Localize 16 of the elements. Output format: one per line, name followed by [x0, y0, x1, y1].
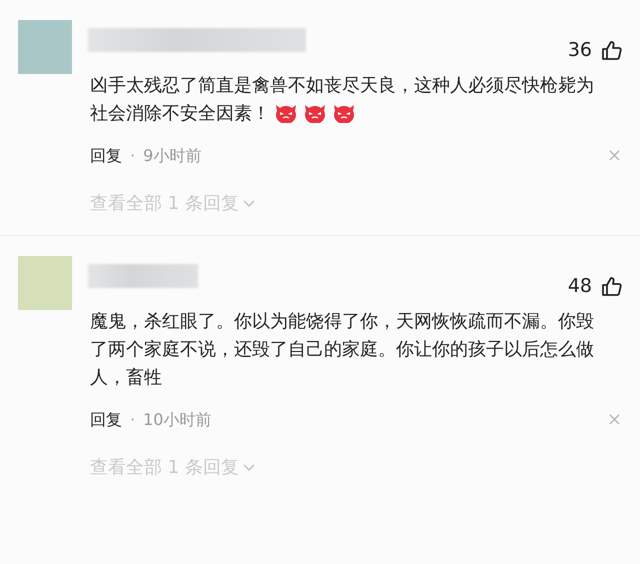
thumbs-up-icon[interactable]	[600, 276, 622, 298]
thumbs-up-icon[interactable]	[600, 40, 622, 61]
reply-link[interactable]: 回复	[90, 408, 122, 432]
comment-text: 凶手太残忍了简直是禽兽不如丧尽天良，这种人必须尽快枪毙为社会消除不安全因素！	[90, 74, 595, 126]
comment-text: 魔鬼，杀红眼了。你以为能饶得了你，天网恢恢疏而不漏。你毁了两个家庭不说，还毁了自己的家庭。你让你的孩子以后怎么做人，畜牲	[90, 310, 595, 390]
timestamp: 9小时前	[143, 145, 202, 167]
chevron-down-icon	[242, 200, 255, 208]
like-count: 48	[568, 274, 592, 300]
close-button[interactable]: ×	[606, 411, 622, 430]
chevron-down-icon	[242, 464, 255, 472]
like-count: 36	[568, 38, 592, 63]
separator-dot: ·	[130, 409, 136, 432]
close-button[interactable]: ×	[606, 147, 622, 165]
reply-link[interactable]: 回复	[90, 144, 122, 168]
timestamp: 10小时前	[143, 409, 212, 432]
separator-dot: ·	[130, 145, 136, 167]
